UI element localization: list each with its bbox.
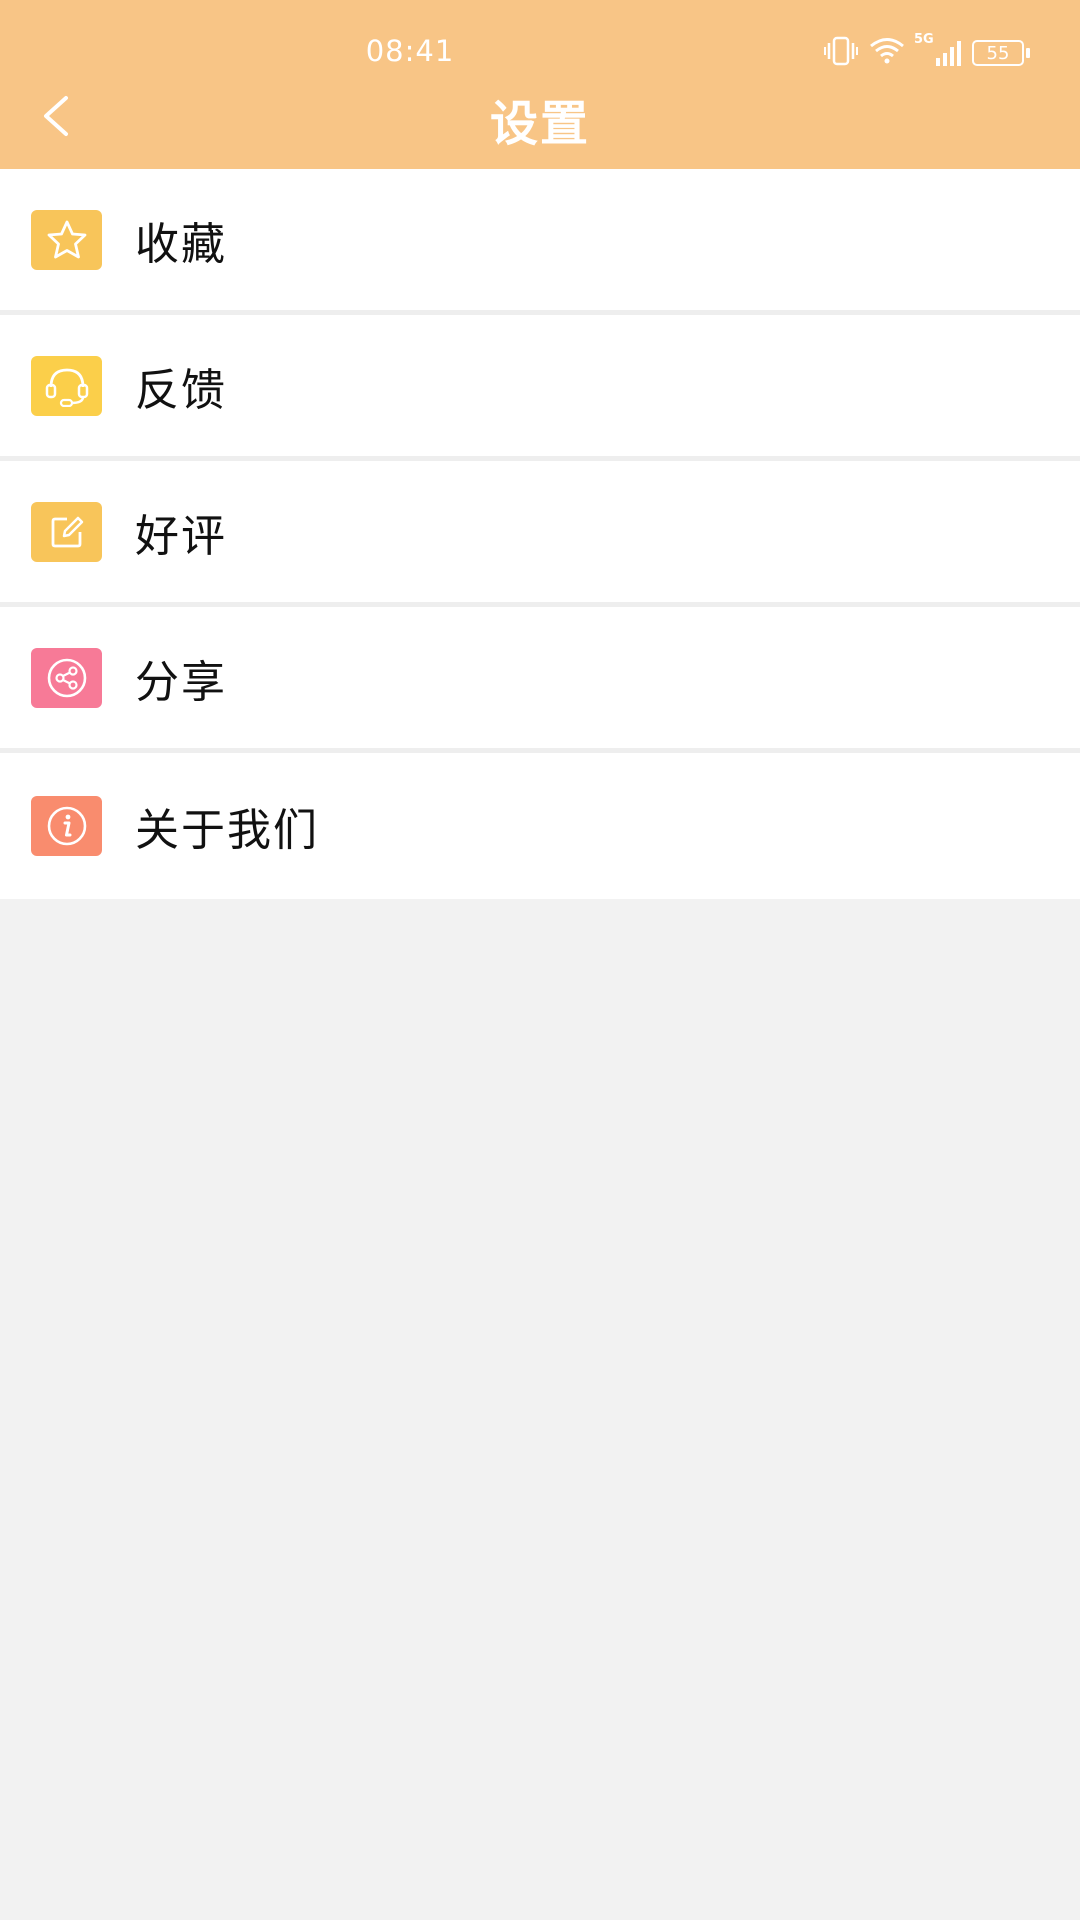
menu-label: 分享 — [135, 656, 227, 708]
signal-icon: 5G — [914, 32, 962, 68]
star-icon — [47, 220, 86, 258]
menu-item-favorites[interactable]: 收藏 — [0, 169, 1080, 315]
battery-level: 55 — [972, 40, 1024, 66]
battery-icon: 55 — [972, 40, 1030, 66]
wifi-icon — [868, 36, 906, 70]
menu-label: 关于我们 — [135, 805, 319, 856]
status-icons: 5G 55 — [824, 32, 1030, 71]
icon-box — [31, 501, 102, 562]
menu-label: 好评 — [135, 510, 227, 562]
headset-icon — [45, 368, 88, 407]
info-icon — [47, 806, 86, 846]
network-label: 5G — [914, 32, 934, 47]
edit-icon — [51, 516, 83, 547]
icon-box — [31, 647, 102, 708]
menu-item-feedback[interactable]: 反馈 — [0, 315, 1080, 461]
menu-item-rating[interactable]: 好评 — [0, 461, 1080, 607]
menu-item-share[interactable]: 分享 — [0, 607, 1080, 753]
icon-box — [31, 355, 102, 416]
menu-item-about-us[interactable]: 关于我们 — [0, 753, 1080, 899]
menu-label: 收藏 — [135, 218, 227, 270]
page-title: 设置 — [489, 96, 590, 152]
settings-menu: 收藏 反馈 好评 分享 关于我们 — [0, 169, 1080, 899]
share-icon — [47, 658, 86, 697]
vibrate-icon — [824, 35, 858, 71]
menu-label: 反馈 — [135, 364, 227, 416]
icon-box — [31, 796, 102, 856]
app-header: 08:41 5G 55 设置 — [0, 0, 1080, 169]
icon-box — [31, 209, 102, 270]
status-time: 08:41 — [365, 34, 455, 68]
